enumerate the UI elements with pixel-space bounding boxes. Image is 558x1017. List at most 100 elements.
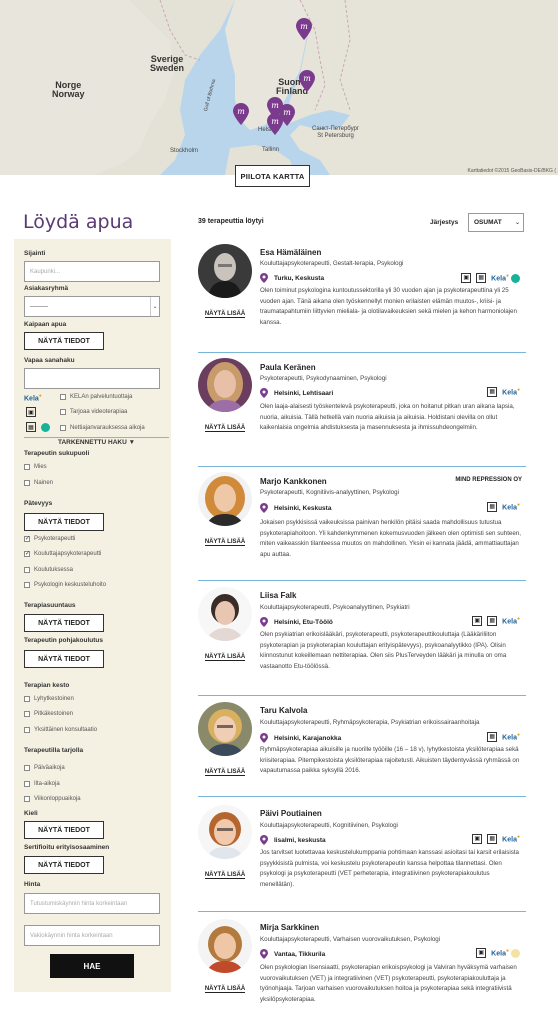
price-first-input[interactable]: Tutustumiskäynnin hinta korkeintaan xyxy=(24,893,160,914)
video-icon: ▣ xyxy=(26,407,36,417)
gender-female-checkbox[interactable]: Nainen xyxy=(24,480,53,486)
therapist-organization: MIND REPRESSION OY xyxy=(455,477,522,483)
orientation-label: Terapiasuuntaus xyxy=(24,602,76,609)
advanced-search-toggle[interactable]: TARKENNETTU HAKU ▼ xyxy=(24,437,169,446)
special-info-button[interactable]: NÄYTÄ TIEDOT xyxy=(24,856,104,874)
role-checkbox[interactable]: ✓ Kouluttajapsykoterapeutti xyxy=(24,551,101,557)
search-button[interactable]: HAE xyxy=(50,954,134,978)
therapist-name[interactable]: Paula Keränen xyxy=(260,363,316,372)
role-checkbox[interactable]: Psykologin keskusteluhoito xyxy=(24,582,106,588)
duration-checkbox[interactable]: Pitkäkestoinen xyxy=(24,711,73,717)
sort-select[interactable]: OSUMAT ⌄ xyxy=(468,213,524,232)
show-more-link[interactable]: NÄYTÄ LISÄÄ xyxy=(198,872,252,879)
chevron-down-icon: ⌄ xyxy=(150,297,159,316)
need-help-label: Kaipaan apua xyxy=(24,321,67,328)
therapist-card[interactable]: NÄYTÄ LISÄÄ Marjo Kankkonen MIND REPRESS… xyxy=(198,472,526,581)
checkbox-box xyxy=(24,711,30,717)
map-marker[interactable]: m xyxy=(299,70,315,92)
therapist-name[interactable]: Esa Hämäläinen xyxy=(260,248,321,257)
client-group-label: Asiakasryhmä xyxy=(24,285,69,292)
marker-icon: m xyxy=(233,103,249,125)
sort-value: OSUMAT xyxy=(474,219,502,226)
therapist-location: Helsinki, Keskusta xyxy=(260,503,331,513)
location-pin-icon xyxy=(260,733,268,743)
therapist-card[interactable]: NÄYTÄ LISÄÄ Taru Kalvola Kouluttajapsyko… xyxy=(198,702,526,797)
therapist-description: Olen psykiatrian erikoislääkäri, psykote… xyxy=(260,631,507,670)
location-pin-icon xyxy=(260,388,268,398)
sort-label: Järjestys xyxy=(430,219,459,226)
role-info-button[interactable]: NÄYTÄ TIEDOT xyxy=(24,513,104,531)
offers-checkbox[interactable]: Päiväaikoja xyxy=(24,765,65,771)
online-booking-checkbox[interactable]: Nettiajanvarauksessa aikoja xyxy=(60,425,145,431)
show-more-link[interactable]: NÄYTÄ LISÄÄ xyxy=(198,654,252,661)
therapist-titles: Psykoterapeutti, Psykodynaaminen, Psykol… xyxy=(260,375,387,382)
role-checkbox[interactable]: Koulutuksessa xyxy=(24,567,73,573)
education-info-button[interactable]: NÄYTÄ TIEDOT xyxy=(24,650,104,668)
duration-checkbox[interactable]: Yksittäinen konsultaatio xyxy=(24,727,97,733)
map-marker[interactable]: m xyxy=(296,18,312,40)
offers-checkbox[interactable]: Viikonloppuaikoja xyxy=(24,796,81,802)
therapist-name[interactable]: Taru Kalvola xyxy=(260,706,307,715)
hide-map-button[interactable]: PIILOTA KARTTA xyxy=(235,165,310,187)
kela-badge: Kela● xyxy=(502,834,520,844)
map[interactable]: Norge Norway Sverige Sweden Suomi Finlan… xyxy=(0,0,558,175)
duration-checkbox[interactable]: Lyhytkestoinen xyxy=(24,696,74,702)
education-label: Terapeutin pohjakoulutus xyxy=(24,637,103,644)
results-count: 39 terapeuttia löytyi xyxy=(198,218,264,225)
gender-male-checkbox[interactable]: Mies xyxy=(24,464,47,470)
video-option-label: Tarjoaa videoterapiaa xyxy=(70,409,128,415)
free-search-input[interactable] xyxy=(24,368,160,389)
therapist-name[interactable]: Marjo Kankkonen xyxy=(260,477,327,486)
kela-badge: Kela● xyxy=(502,616,520,626)
therapist-card[interactable]: NÄYTÄ LISÄÄ Mirja Sarkkinen Kouluttajaps… xyxy=(198,919,526,1017)
map-label-norway: Norge Norway xyxy=(52,80,85,99)
therapist-card[interactable]: NÄYTÄ LISÄÄ Päivi Poutiainen Kouluttajap… xyxy=(198,805,526,912)
therapist-titles: Psykoterapeutti, Kognitiivis-analyyttine… xyxy=(260,489,399,496)
location-input[interactable]: Kaupunki... xyxy=(24,261,160,282)
page-title: Löydä apua xyxy=(23,211,134,233)
map-label-tallinn: Tallinn xyxy=(262,147,280,153)
online-dot-icon xyxy=(511,273,520,283)
show-more-link[interactable]: NÄYTÄ LISÄÄ xyxy=(198,425,252,432)
therapist-description: Olen psykologian lisensiaatti, psykotera… xyxy=(260,964,517,1003)
therapist-photo[interactable] xyxy=(198,702,252,756)
video-icon: ▣ xyxy=(476,948,487,958)
therapist-name[interactable]: Liisa Falk xyxy=(260,591,296,600)
map-marker[interactable]: m xyxy=(267,113,283,135)
therapist-photo[interactable] xyxy=(198,587,252,641)
offers-checkbox[interactable]: Ilta-aikoja xyxy=(24,781,60,787)
client-group-select[interactable]: --------- ⌄ xyxy=(24,296,160,317)
need-help-info-button[interactable]: NÄYTÄ TIEDOT xyxy=(24,332,104,350)
price-regular-input[interactable]: Vakiokäynnin hinta korkeintaan xyxy=(24,925,160,946)
therapist-card[interactable]: NÄYTÄ LISÄÄ Paula Keränen Psykoterapeutt… xyxy=(198,358,526,467)
role-checkbox[interactable]: ✓ Psykoterapeutti xyxy=(24,536,75,542)
therapist-photo[interactable] xyxy=(198,472,252,526)
kela-option-label: KELAn palveluntuottaja xyxy=(70,394,133,400)
therapist-name[interactable]: Päivi Poutiainen xyxy=(260,809,322,818)
show-more-link[interactable]: NÄYTÄ LISÄÄ xyxy=(198,311,252,318)
orientation-info-button[interactable]: NÄYTÄ TIEDOT xyxy=(24,614,104,632)
checkbox-box xyxy=(24,464,30,470)
video-icon: ▣ xyxy=(472,834,483,844)
show-more-link[interactable]: NÄYTÄ LISÄÄ xyxy=(198,986,252,993)
therapist-location: Helsinki, Lehtisaari xyxy=(260,388,333,398)
language-info-button[interactable]: NÄYTÄ TIEDOT xyxy=(24,821,104,839)
therapist-photo[interactable] xyxy=(198,805,252,859)
therapist-photo[interactable] xyxy=(198,244,252,298)
show-more-link[interactable]: NÄYTÄ LISÄÄ xyxy=(198,539,252,546)
video-checkbox[interactable]: Tarjoaa videoterapiaa xyxy=(60,409,127,415)
show-more-link[interactable]: NÄYTÄ LISÄÄ xyxy=(198,769,252,776)
therapist-description: Jos tarvitset luotettavaa keskustelukump… xyxy=(260,849,519,888)
therapist-description: Olen laaja-alaisesti työskentelevä psyko… xyxy=(260,403,515,432)
therapist-name[interactable]: Mirja Sarkkinen xyxy=(260,923,319,932)
kela-badge: Kela● xyxy=(491,948,509,958)
therapist-card[interactable]: NÄYTÄ LISÄÄ Esa Hämäläinen Kouluttajapsy… xyxy=(198,244,526,353)
therapist-card[interactable]: NÄYTÄ LISÄÄ Liisa Falk Kouluttajapsykote… xyxy=(198,587,526,696)
therapist-photo[interactable] xyxy=(198,919,252,973)
checkbox-box xyxy=(24,796,30,802)
therapist-photo[interactable] xyxy=(198,358,252,412)
kela-checkbox[interactable]: KELAn palveluntuottaja xyxy=(60,394,132,400)
map-label-st-petersburg: Санкт-Петербург St Petersburg xyxy=(312,126,360,139)
role-option-label: Psykologin keskusteluhoito xyxy=(34,582,107,588)
map-marker[interactable]: m xyxy=(233,103,249,125)
